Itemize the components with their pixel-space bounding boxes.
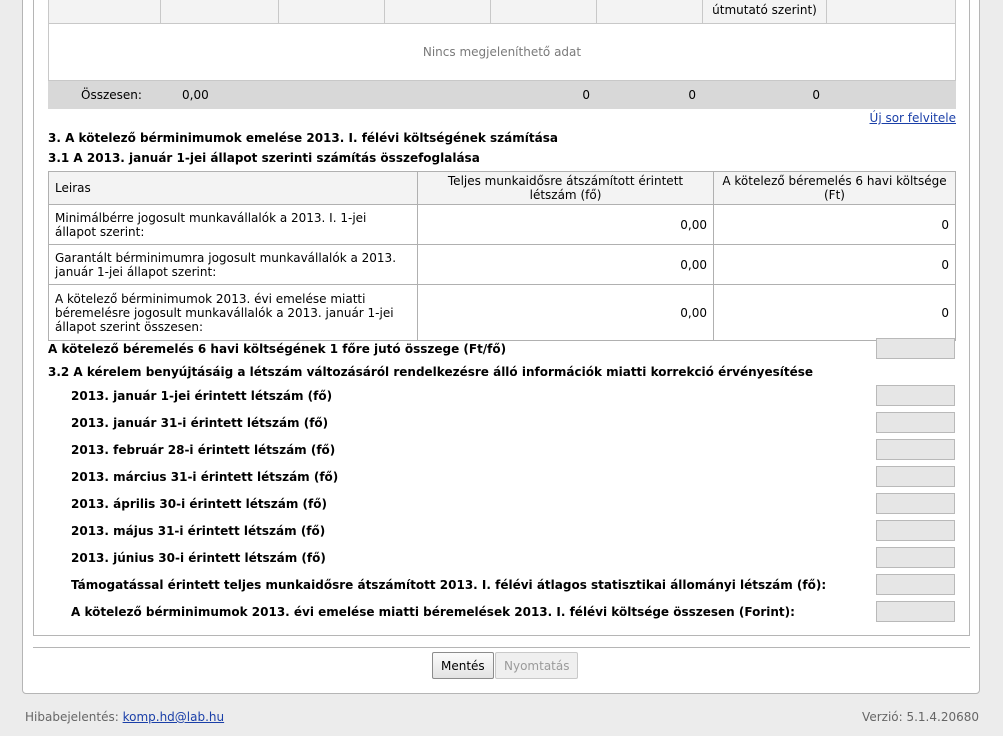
feb28-count-field[interactable] bbox=[876, 439, 955, 460]
row-label: Minimálbérre jogosult munkavállalók a 20… bbox=[48, 204, 418, 245]
header-cell: útmutató szerint) bbox=[702, 0, 827, 24]
field-label: 2013. május 31-i érintett létszám (fő) bbox=[71, 524, 326, 538]
items-table: útmutató szerint) Nincs megjeleníthető a… bbox=[48, 0, 956, 109]
table-row: A kötelező bérminimumok 2013. évi emelés… bbox=[48, 284, 956, 341]
empty-row: Nincs megjeleníthető adat bbox=[48, 23, 956, 81]
field-label: 2013. március 31-i érintett létszám (fő) bbox=[71, 470, 339, 484]
version-label: Verzió: 5.1.4.20680 bbox=[862, 710, 979, 724]
section-3-2-title: 3.2 A kérelem benyújtásáig a létszám vál… bbox=[48, 365, 814, 379]
new-row-link[interactable]: Új sor felvitele bbox=[870, 111, 956, 125]
table-row: Garantált bérminimumra jogosult munkavál… bbox=[48, 244, 956, 285]
field-label: 2013. április 30-i érintett létszám (fő) bbox=[71, 497, 327, 511]
mar31-count-field[interactable] bbox=[876, 466, 955, 487]
section-3-1-title: 3.1 A 2013. január 1-jei állapot szerint… bbox=[48, 151, 480, 165]
save-button[interactable]: Mentés bbox=[432, 652, 494, 679]
field-label: Támogatással érintett teljes munkaidősre… bbox=[71, 578, 827, 592]
sum-value: 0 bbox=[596, 80, 703, 109]
sum-value: 0,00 bbox=[160, 80, 279, 109]
row-label: Garantált bérminimumra jogosult munkavál… bbox=[48, 244, 418, 285]
empty-message: Nincs megjeleníthető adat bbox=[48, 23, 956, 81]
field-label: A kötelező bérminimumok 2013. évi emelés… bbox=[71, 605, 795, 619]
summary-table: Leiras Teljes munkaidősre átszámított ér… bbox=[48, 171, 956, 341]
jan1-count-field[interactable] bbox=[876, 385, 955, 406]
sum-value: 0 bbox=[490, 80, 597, 109]
table-row: Minimálbérre jogosult munkavállalók a 20… bbox=[48, 204, 956, 245]
field-label: 2013. június 30-i érintett létszám (fő) bbox=[71, 551, 326, 565]
row-cost: 0 bbox=[713, 244, 956, 285]
per-person-label: A kötelező béremelés 6 havi költségének … bbox=[48, 342, 507, 356]
avg-headcount-field[interactable] bbox=[876, 574, 955, 595]
section-3-title: 3. A kötelező bérminimumok emelése 2013.… bbox=[48, 131, 558, 145]
row-cost: 0 bbox=[713, 204, 956, 245]
print-button[interactable]: Nyomtatás bbox=[495, 652, 579, 679]
row-count: 0,00 bbox=[417, 244, 714, 285]
total-cost-field[interactable] bbox=[876, 601, 955, 622]
sum-label: Összesen: bbox=[48, 80, 161, 109]
per-person-field[interactable] bbox=[876, 338, 955, 359]
sum-row: Összesen: 0,00 0 0 0 bbox=[48, 80, 956, 109]
row-label: A kötelező bérminimumok 2013. évi emelés… bbox=[48, 284, 418, 341]
row-cost: 0 bbox=[713, 284, 956, 341]
apr30-count-field[interactable] bbox=[876, 493, 955, 514]
table-header-row: útmutató szerint) bbox=[48, 0, 956, 24]
jun30-count-field[interactable] bbox=[876, 547, 955, 568]
row-count: 0,00 bbox=[417, 204, 714, 245]
bug-report: Hibabejelentés: komp.hd@lab.hu bbox=[25, 710, 224, 724]
column-header: Leiras bbox=[48, 171, 418, 205]
column-header: Teljes munkaidősre átszámított érintett … bbox=[417, 171, 714, 205]
bug-report-label: Hibabejelentés: bbox=[25, 710, 119, 724]
field-label: 2013. január 31-i érintett létszám (fő) bbox=[71, 416, 329, 430]
field-label: 2013. január 1-jei érintett létszám (fő) bbox=[71, 389, 333, 403]
sum-value: 0 bbox=[702, 80, 827, 109]
column-header: A kötelező béremelés 6 havi költsége (Ft… bbox=[713, 171, 956, 205]
field-label: 2013. február 28-i érintett létszám (fő) bbox=[71, 443, 336, 457]
table-header-row: Leiras Teljes munkaidősre átszámított ér… bbox=[48, 171, 956, 205]
row-count: 0,00 bbox=[417, 284, 714, 341]
jan31-count-field[interactable] bbox=[876, 412, 955, 433]
bug-report-email-link[interactable]: komp.hd@lab.hu bbox=[123, 710, 225, 724]
may31-count-field[interactable] bbox=[876, 520, 955, 541]
